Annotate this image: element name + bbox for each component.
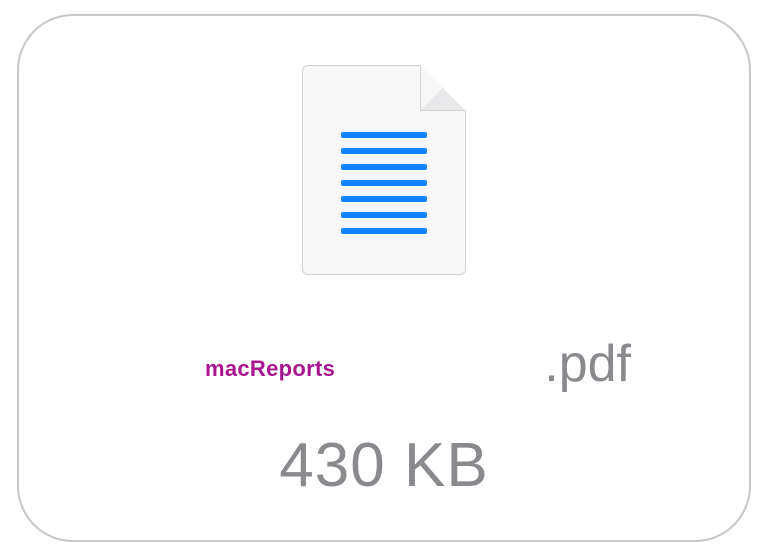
watermark-label: macReports bbox=[205, 356, 335, 382]
file-extension-label: .pdf bbox=[544, 334, 631, 394]
document-page-icon bbox=[302, 65, 466, 275]
document-icon bbox=[295, 60, 473, 280]
page-fold-icon bbox=[420, 65, 466, 111]
document-text-lines-icon bbox=[341, 132, 427, 234]
file-attachment-card[interactable]: macReports .pdf 430 KB bbox=[17, 14, 751, 542]
filename-row: macReports .pdf bbox=[19, 344, 749, 400]
file-size-label: 430 KB bbox=[279, 430, 488, 501]
